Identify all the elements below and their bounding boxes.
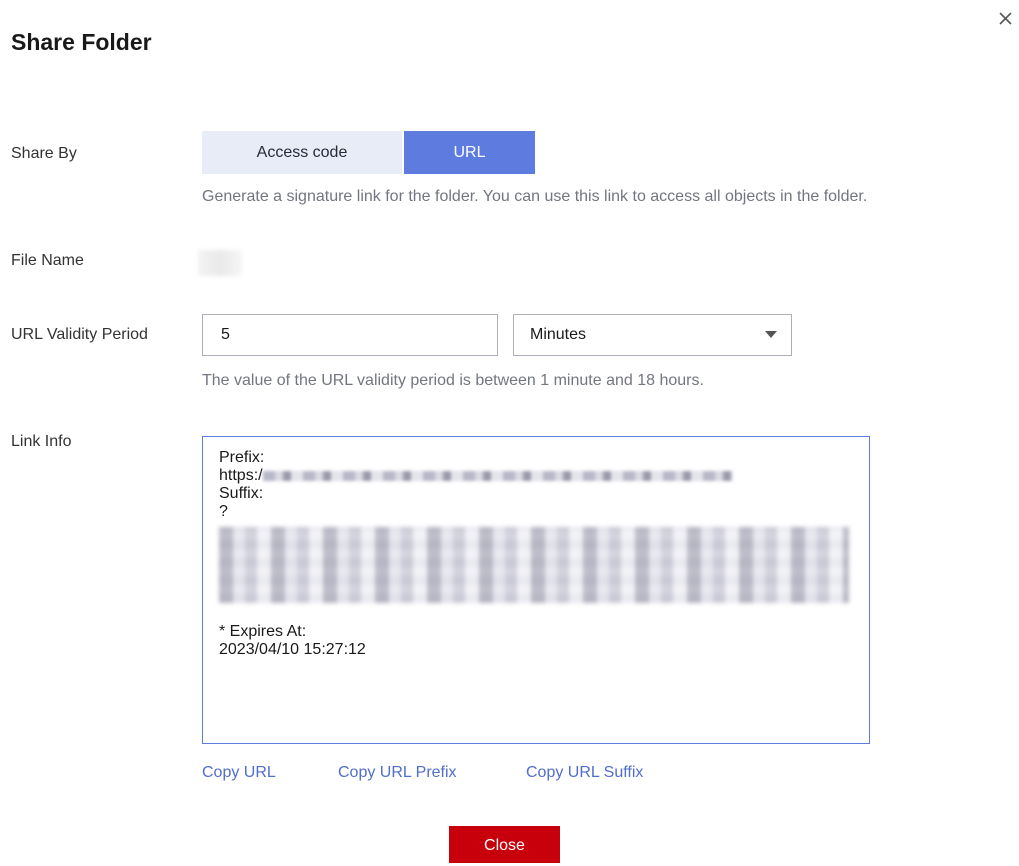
url-option[interactable]: URL <box>404 131 535 174</box>
dialog-title: Share Folder <box>11 29 152 55</box>
copy-url-prefix-link[interactable]: Copy URL Prefix <box>338 764 457 782</box>
suffix-redacted <box>219 527 849 603</box>
suffix-start: ? <box>219 503 228 520</box>
close-icon[interactable] <box>996 8 1018 30</box>
share-by-toggle: Access code URL <box>202 131 535 174</box>
file-name-label: File Name <box>11 252 84 269</box>
suffix-label: Suffix: <box>219 485 264 502</box>
expires-value: 2023/04/10 15:27:12 <box>219 641 366 658</box>
file-name-value-redacted <box>198 250 242 276</box>
close-button[interactable]: Close <box>449 826 560 863</box>
validity-value-input[interactable]: 5 <box>202 314 498 356</box>
share-by-hint: Generate a signature link for the folder… <box>202 188 868 205</box>
validity-unit-select[interactable]: Minutes <box>513 314 792 356</box>
link-info-textarea[interactable]: Prefix: https:/ Suffix: ? * Expires At: … <box>202 436 870 744</box>
prefix-start: https:/ <box>219 467 263 484</box>
copy-url-suffix-link[interactable]: Copy URL Suffix <box>526 764 643 782</box>
prefix-value: https:/ <box>219 467 853 485</box>
access-code-option[interactable]: Access code <box>202 131 402 174</box>
prefix-label: Prefix: <box>219 449 265 466</box>
prefix-redacted <box>262 470 733 481</box>
link-info-label: Link Info <box>11 433 72 450</box>
validity-hint: The value of the URL validity period is … <box>202 372 704 389</box>
expires-label: * Expires At: <box>219 623 307 640</box>
chevron-down-icon <box>765 331 777 338</box>
share-by-label: Share By <box>11 145 77 162</box>
validity-label: URL Validity Period <box>11 326 148 343</box>
validity-unit-value: Minutes <box>530 326 587 343</box>
copy-url-link[interactable]: Copy URL <box>202 764 276 782</box>
